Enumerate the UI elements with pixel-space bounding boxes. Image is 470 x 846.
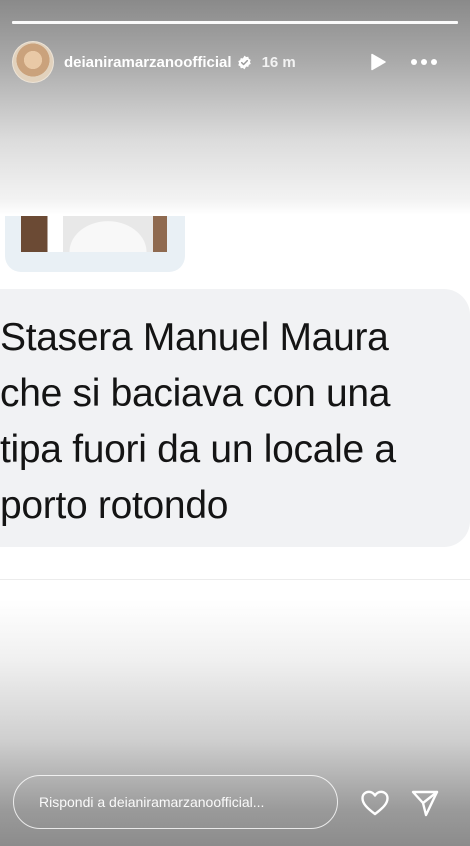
message-line: che si baciava con una bbox=[0, 372, 391, 415]
avatar[interactable] bbox=[12, 41, 54, 83]
reply-placeholder: Rispondi a deianiramarzanoofficial... bbox=[39, 794, 265, 810]
username[interactable]: deianiramarzanoofficial bbox=[64, 54, 232, 71]
message-line: porto rotondo bbox=[0, 484, 229, 527]
divider bbox=[0, 579, 470, 580]
image-message-card bbox=[5, 216, 185, 272]
heart-icon[interactable] bbox=[360, 789, 390, 817]
story-header: deianiramarzanoofficial 16 m bbox=[12, 40, 458, 84]
message-line: tipa fuori da un locale a bbox=[0, 428, 396, 471]
image-thumbnail bbox=[21, 216, 167, 252]
progress-segment bbox=[12, 21, 458, 24]
reply-input[interactable]: Rispondi a deianiramarzanoofficial... bbox=[13, 775, 338, 829]
story-viewer[interactable]: Stasera Manuel Maura che si baciava con … bbox=[0, 0, 470, 846]
play-icon[interactable] bbox=[368, 52, 388, 72]
more-horizontal-icon[interactable] bbox=[410, 52, 438, 72]
story-progress-bar bbox=[12, 21, 458, 24]
send-icon[interactable] bbox=[410, 788, 440, 818]
top-gradient bbox=[0, 0, 470, 215]
message-text: Stasera Manuel Maura che si baciava con … bbox=[0, 310, 470, 534]
post-time: 16 m bbox=[261, 53, 296, 71]
verified-badge-icon bbox=[237, 55, 251, 69]
message-line: Stasera Manuel Maura bbox=[0, 316, 389, 359]
